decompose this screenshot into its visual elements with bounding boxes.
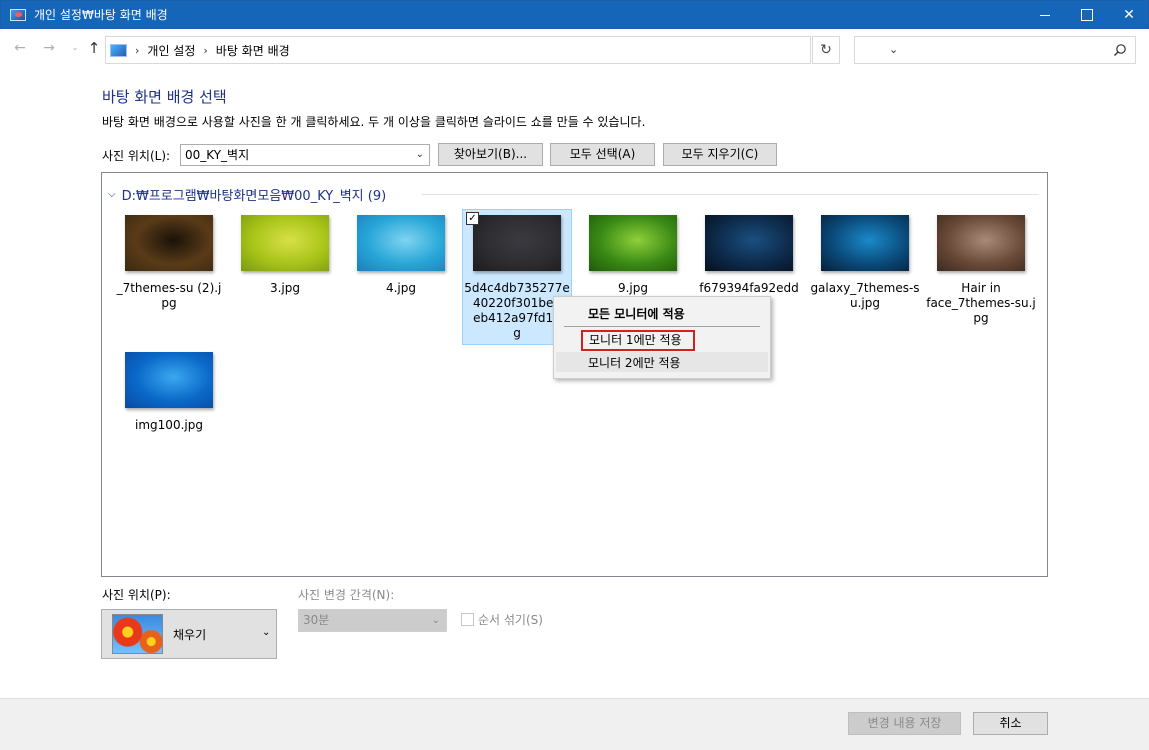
picture-thumbnail (705, 215, 793, 271)
caption-line: Hair in (961, 281, 1001, 295)
picture-location-label: 사진 위치(L): (102, 149, 171, 163)
search-input[interactable] (854, 36, 1136, 64)
picture-thumbnail (473, 215, 561, 271)
menu-item-monitor-1[interactable]: 모니터 1에만 적용 (581, 330, 695, 351)
caption-line: face_7themes-su.j (926, 296, 1036, 310)
up-arrow-icon[interactable]: ↑ (85, 39, 103, 57)
change-interval-value: 30분 (303, 613, 330, 627)
picture-caption: img100.jpg (135, 418, 203, 432)
menu-divider (564, 326, 760, 327)
picture-thumbnail (589, 215, 677, 271)
context-menu: 모든 모니터에 적용 모니터 1에만 적용 모니터 2에만 적용 (553, 296, 771, 379)
footer-bar: 변경 내용 저장 취소 (0, 698, 1149, 750)
picture-tile[interactable]: Hair in face_7themes-su.j pg (926, 215, 1036, 326)
title-bar: 개인 설정₩바탕 화면 배경 ✕ (0, 0, 1149, 29)
close-button[interactable]: ✕ (1106, 1, 1149, 29)
picture-position-value: 채우기 (173, 628, 207, 642)
change-interval-label: 사진 변경 간격(N): (298, 588, 395, 602)
picture-caption: 3.jpg (269, 281, 301, 295)
picture-tile[interactable]: 3.jpg (230, 215, 340, 296)
page-title: 바탕 화면 배경 선택 (102, 88, 227, 106)
breadcrumb-personalization[interactable]: 개인 설정 (147, 42, 195, 59)
picture-location-select[interactable]: 00_KY_벽지 ⌄ (180, 144, 430, 166)
chevron-down-icon: ⌄ (262, 627, 271, 638)
picture-caption: Hair in face_7themes-su.j pg (926, 281, 1036, 326)
window-title: 개인 설정₩바탕 화면 배경 (34, 8, 168, 22)
picture-thumbnail (125, 352, 213, 408)
minimize-button[interactable] (1022, 1, 1068, 29)
forward-arrow-icon[interactable]: → (40, 39, 58, 57)
save-changes-button[interactable]: 변경 내용 저장 (848, 712, 961, 735)
back-arrow-icon[interactable]: ← (11, 39, 29, 57)
refresh-button[interactable]: ↻ (812, 36, 840, 64)
cancel-button[interactable]: 취소 (973, 712, 1048, 735)
picture-thumbnail (937, 215, 1025, 271)
picture-thumbnail (241, 215, 329, 271)
picture-caption: _7themes-su (2).jpg (116, 281, 222, 310)
recent-locations-chevron-icon[interactable]: ⌄ (66, 39, 84, 57)
picture-caption: 4.jpg (385, 281, 417, 295)
picture-position-label: 사진 위치(P): (102, 588, 171, 602)
caption-line: u.jpg (850, 296, 880, 310)
chevron-down-icon: ⌵ (108, 189, 116, 200)
picture-thumbnail (125, 215, 213, 271)
clear-all-button[interactable]: 모두 지우기(C) (663, 143, 777, 166)
menu-item-monitor-2[interactable]: 모니터 2에만 적용 (588, 354, 681, 371)
control-panel-icon (110, 43, 127, 57)
picture-location-value: 00_KY_벽지 (185, 148, 250, 162)
caption-line: 5d4c4db735277e (464, 281, 570, 295)
group-divider (422, 194, 1039, 195)
shuffle-checkbox[interactable]: 순서 섞기(S) (461, 611, 543, 628)
picture-tile[interactable]: 4.jpg (346, 215, 456, 296)
caption-line: pg (973, 311, 989, 325)
chevron-down-icon: ⌄ (431, 615, 440, 626)
search-icon (1114, 44, 1126, 56)
picture-position-select[interactable]: 채우기 ⌄ (101, 609, 277, 659)
breadcrumb-separator[interactable]: › (135, 44, 139, 57)
picture-thumbnail (821, 215, 909, 271)
picture-thumbnail (357, 215, 445, 271)
picture-tile[interactable]: img100.jpg (114, 352, 224, 433)
fit-preview-image (112, 614, 163, 654)
shuffle-label: 순서 섞기(S) (478, 613, 543, 627)
browse-button[interactable]: 찾아보기(B)... (438, 143, 543, 166)
menu-item-all-monitors[interactable]: 모든 모니터에 적용 (588, 305, 685, 322)
tile-checkbox[interactable]: ✓ (466, 212, 479, 225)
maximize-button[interactable] (1064, 1, 1110, 29)
picture-caption: 9.jpg (617, 281, 649, 295)
control-panel-icon (10, 8, 26, 21)
select-all-button[interactable]: 모두 선택(A) (550, 143, 655, 166)
caption-line: galaxy_7themes-s (810, 281, 920, 295)
group-header[interactable]: ⌵ D:₩프로그램₩바탕화면모음₩00_KY_벽지 (9) (108, 185, 386, 204)
chevron-down-icon: ⌄ (415, 149, 424, 160)
checkbox-box[interactable] (461, 613, 474, 626)
picture-tile[interactable]: 9.jpg (578, 215, 688, 296)
address-bar[interactable]: › 개인 설정 › 바탕 화면 배경 ⌄ (105, 36, 898, 64)
navigation-bar: ← → ⌄ ↑ › 개인 설정 › 바탕 화면 배경 ⌄ ↻ (0, 29, 1149, 71)
picture-tile[interactable]: _7themes-su (2).jpg (114, 215, 224, 311)
caption-line: f679394fa92edd (699, 281, 799, 295)
page-description: 바탕 화면 배경으로 사용할 사진을 한 개 클릭하세요. 두 개 이상을 클릭… (102, 115, 646, 129)
breadcrumb-desktop-background[interactable]: 바탕 화면 배경 (216, 42, 290, 59)
group-title: D:₩프로그램₩바탕화면모음₩00_KY_벽지 (9) (121, 189, 387, 204)
picture-tile[interactable]: galaxy_7themes-s u.jpg (810, 215, 920, 311)
change-interval-select[interactable]: 30분 ⌄ (298, 609, 447, 632)
picture-caption: galaxy_7themes-s u.jpg (810, 281, 920, 311)
breadcrumb-separator[interactable]: › (203, 44, 207, 57)
